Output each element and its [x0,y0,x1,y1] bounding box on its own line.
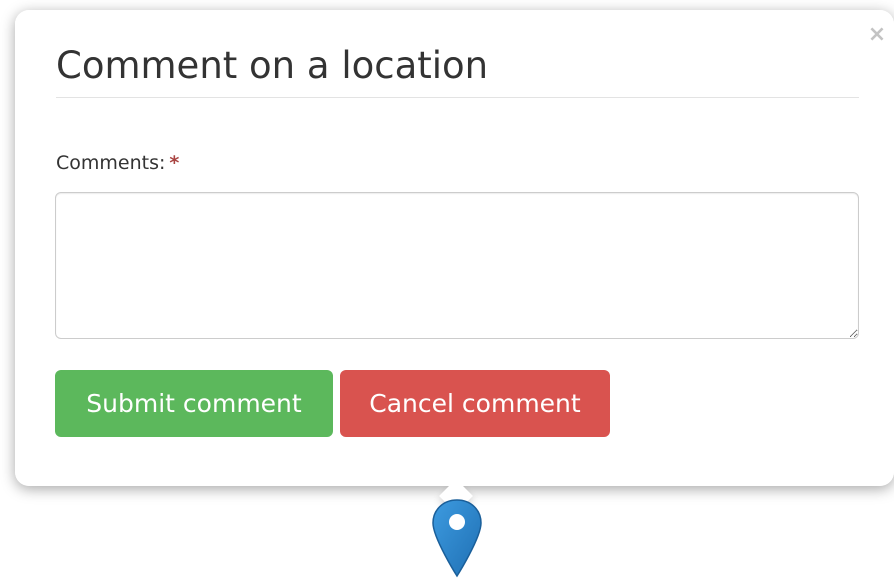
close-icon[interactable]: × [866,24,888,46]
required-mark: * [169,152,180,174]
popup-title: Comment on a location [56,43,859,98]
comments-label: Comments: * [56,152,179,174]
comments-textarea[interactable] [55,192,859,339]
comments-label-text: Comments: [56,152,166,174]
submit-comment-button[interactable]: Submit comment [55,370,333,437]
popup-content: × Comment on a location Comments: * Submi… [15,10,894,486]
cancel-comment-button[interactable]: Cancel comment [340,370,610,437]
comment-popup: × Comment on a location Comments: * Submi… [15,10,894,513]
map-marker-icon[interactable] [430,498,484,578]
